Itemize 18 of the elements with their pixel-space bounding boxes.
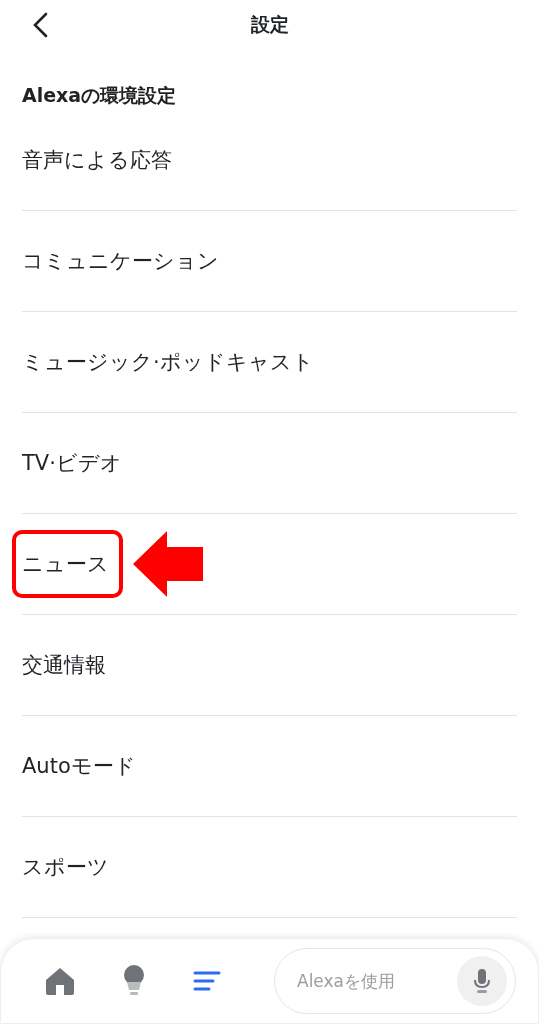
microphone-button[interactable] <box>457 956 507 1006</box>
menu-item[interactable]: ニュース <box>22 552 109 576</box>
menu-item[interactable]: ミュージック·ポッドキャスト <box>22 348 314 376</box>
section-heading: Alexaの環境設定 <box>21 83 178 108</box>
menu-item[interactable]: スポーツ <box>22 853 109 881</box>
menu-item[interactable]: 交通情報 <box>22 651 106 679</box>
menu-item[interactable]: Autoモード <box>22 752 136 780</box>
microphone-icon <box>474 968 490 994</box>
pointer-arrow <box>133 531 203 597</box>
back-icon[interactable] <box>32 12 48 38</box>
screen-title: 設定 <box>250 12 289 37</box>
menu-item[interactable]: コミュニケーション <box>22 247 219 275</box>
alexa-input-field[interactable]: Alexaを使用 <box>295 970 457 992</box>
menu-item[interactable]: TV·ビデオ <box>22 449 122 477</box>
light-bulb-icon[interactable] <box>123 965 145 997</box>
menu-icon[interactable] <box>193 971 221 991</box>
home-icon[interactable] <box>45 966 75 996</box>
menu-item[interactable]: 音声による応答 <box>22 146 172 174</box>
